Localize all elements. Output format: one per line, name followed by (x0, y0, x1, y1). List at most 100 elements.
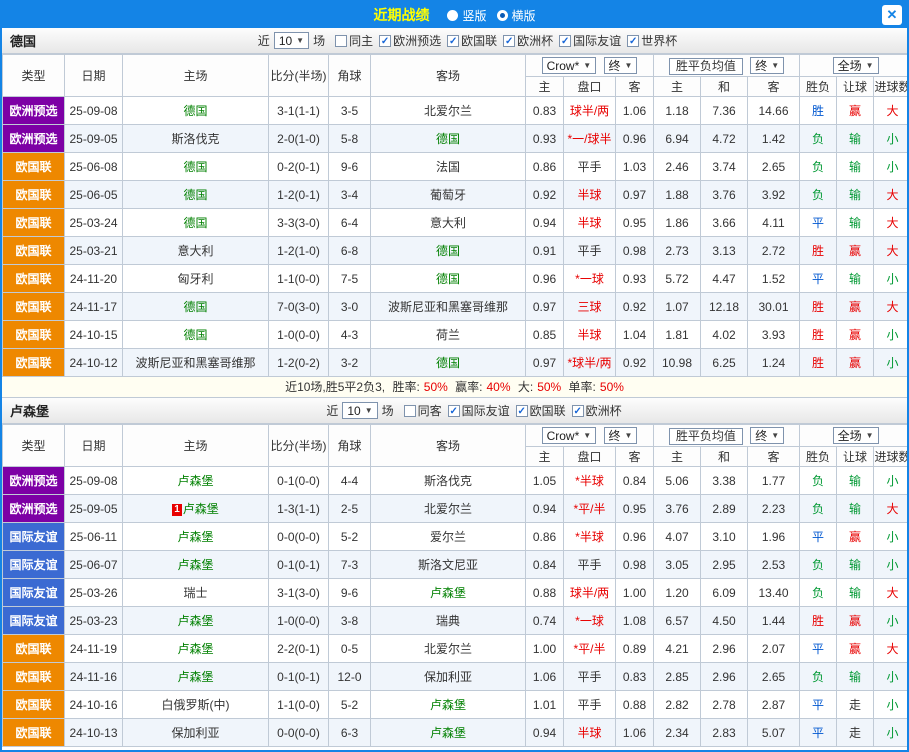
recent-results-popup: 近期战绩 竖版 横版 ✕ 德国 近 10▼ 场 同主✓欧洲预选✓欧国联✓欧洲杯✓… (0, 0, 909, 752)
match-score: 1-2(1-0) (269, 237, 329, 265)
result-wdl: 负 (800, 663, 837, 691)
competition-filter[interactable]: ✓欧国联 (447, 32, 497, 49)
competition-filter[interactable]: 同客 (404, 402, 442, 419)
away-team-name: 卢森堡 (430, 698, 466, 712)
home-team-cell: 德国 (123, 181, 269, 209)
odds-handicap: 球半/两 (564, 97, 616, 125)
avg-draw: 4.50 (701, 607, 748, 635)
competition-filter[interactable]: ✓国际友谊 (448, 402, 510, 419)
checkbox-icon[interactable]: ✓ (379, 35, 391, 47)
match-row: 欧洲预选 25-09-05 斯洛伐克 2-0(1-0) 5-8 德国 0.93 … (3, 125, 909, 153)
corner-count: 3-2 (329, 349, 371, 377)
avg-final-dropdown[interactable]: 终▼ (750, 427, 784, 444)
full-match-dropdown[interactable]: 全场▼ (833, 427, 879, 444)
corner-count: 3-0 (329, 293, 371, 321)
match-row: 欧洲预选 25-09-08 卢森堡 0-1(0-0) 4-4 斯洛伐克 1.05… (3, 467, 909, 495)
avg-away: 30.01 (748, 293, 800, 321)
summary-segment: 单率: (565, 380, 596, 394)
checkbox-icon[interactable]: ✓ (559, 35, 571, 47)
competition-badge: 欧国联 (3, 719, 65, 747)
section-header: 卢森堡 近 10▼ 场 同客✓国际友谊✓欧国联✓欧洲杯 (2, 398, 907, 424)
checkbox-icon[interactable]: ✓ (448, 405, 460, 417)
competition-badge: 欧国联 (3, 265, 65, 293)
odds-company-dropdown[interactable]: Crow*▼ (542, 427, 597, 444)
result-handicap: 赢 (837, 237, 874, 265)
avg-away: 2.53 (748, 551, 800, 579)
match-row: 欧洲预选 25-09-05 1卢森堡 1-3(1-1) 2-5 北爱尔兰 0.9… (3, 495, 909, 523)
final-odds-dropdown[interactable]: 终▼ (604, 427, 638, 444)
avg-away: 3.93 (748, 321, 800, 349)
away-team-name: 保加利亚 (424, 670, 472, 684)
match-score: 2-0(1-0) (269, 125, 329, 153)
filter-label: 欧洲杯 (586, 402, 622, 419)
checkbox-icon[interactable] (335, 35, 347, 47)
radio-icon[interactable] (497, 10, 508, 21)
match-score: 1-0(0-0) (269, 607, 329, 635)
checkbox-icon[interactable] (404, 405, 416, 417)
away-team-cell: 斯洛文尼亚 (371, 551, 526, 579)
away-team-name: 北爱尔兰 (424, 104, 472, 118)
popup-title: 近期战绩 (373, 5, 429, 25)
col-odds-home: 主 (526, 447, 564, 467)
home-team-cell: 卢森堡 (123, 551, 269, 579)
match-date: 24-11-19 (65, 635, 123, 663)
corner-count: 2-5 (329, 495, 371, 523)
away-team-name: 瑞典 (436, 614, 460, 628)
odds-away: 0.96 (616, 523, 654, 551)
match-row: 欧国联 24-10-16 白俄罗斯(中) 1-1(0-0) 5-2 卢森堡 1.… (3, 691, 909, 719)
competition-badge: 欧国联 (3, 209, 65, 237)
radio-icon[interactable] (447, 10, 458, 21)
odds-home: 1.05 (526, 467, 564, 495)
avg-odds-label[interactable]: 胜平负均值 (669, 428, 743, 445)
layout-radio-vertical[interactable]: 竖版 (447, 7, 486, 24)
avg-odds-label[interactable]: 胜平负均值 (669, 58, 743, 75)
chevron-down-icon: ▼ (296, 36, 304, 45)
away-team-name: 德国 (436, 272, 460, 286)
odds-home: 0.84 (526, 551, 564, 579)
result-handicap: 输 (837, 125, 874, 153)
competition-filter[interactable]: ✓欧洲杯 (503, 32, 553, 49)
checkbox-icon[interactable]: ✓ (572, 405, 584, 417)
final-odds-dropdown[interactable]: 终▼ (604, 57, 638, 74)
result-goals: 大 (874, 635, 909, 663)
home-team-cell: 卢森堡 (123, 523, 269, 551)
games-count-dropdown[interactable]: 10▼ (274, 32, 309, 49)
col-type: 类型 (3, 425, 65, 467)
checkbox-icon[interactable]: ✓ (627, 35, 639, 47)
games-count-dropdown[interactable]: 10▼ (342, 402, 377, 419)
result-handicap: 输 (837, 495, 874, 523)
competition-filter[interactable]: ✓欧洲预选 (379, 32, 441, 49)
away-team-cell: 瑞典 (371, 607, 526, 635)
competition-filter[interactable]: ✓国际友谊 (559, 32, 621, 49)
competition-filter[interactable]: ✓世界杯 (627, 32, 677, 49)
layout-radio-horizontal[interactable]: 横版 (497, 7, 536, 24)
avg-draw: 2.89 (701, 495, 748, 523)
full-match-dropdown[interactable]: 全场▼ (833, 57, 879, 74)
match-date: 24-11-16 (65, 663, 123, 691)
odds-home: 0.83 (526, 97, 564, 125)
away-team-cell: 德国 (371, 125, 526, 153)
result-wdl: 平 (800, 265, 837, 293)
close-icon[interactable]: ✕ (882, 5, 902, 25)
corner-count: 4-3 (329, 321, 371, 349)
near-label: 近 (258, 32, 270, 49)
odds-company-dropdown[interactable]: Crow*▼ (542, 57, 597, 74)
match-date: 25-09-08 (65, 467, 123, 495)
result-handicap: 输 (837, 467, 874, 495)
avg-away: 3.92 (748, 181, 800, 209)
corner-count: 5-2 (329, 691, 371, 719)
match-row: 欧国联 25-03-24 德国 3-3(3-0) 6-4 意大利 0.94 半球… (3, 209, 909, 237)
corner-count: 5-2 (329, 523, 371, 551)
competition-filter[interactable]: ✓欧洲杯 (572, 402, 622, 419)
avg-away: 2.07 (748, 635, 800, 663)
checkbox-icon[interactable]: ✓ (516, 405, 528, 417)
checkbox-icon[interactable]: ✓ (503, 35, 515, 47)
avg-draw: 2.78 (701, 691, 748, 719)
avg-away: 2.65 (748, 663, 800, 691)
competition-filter[interactable]: ✓欧国联 (516, 402, 566, 419)
avg-final-dropdown[interactable]: 终▼ (750, 57, 784, 74)
home-team-cell: 卢森堡 (123, 467, 269, 495)
avg-home: 5.06 (654, 467, 701, 495)
checkbox-icon[interactable]: ✓ (447, 35, 459, 47)
competition-filter[interactable]: 同主 (335, 32, 373, 49)
